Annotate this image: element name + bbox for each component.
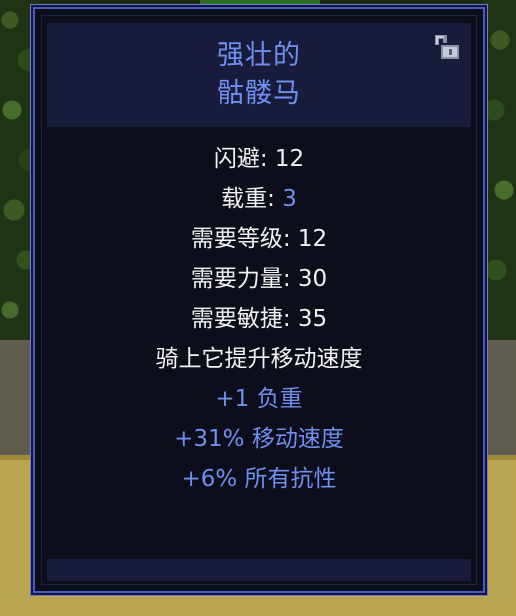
stat-required-level-label: 需要等级: [190, 226, 298, 252]
item-tooltip: 强壮的 骷髅马 闪避: 12 载重: 3 需要等级: 12 需要力量: 30 需… [33, 7, 485, 593]
item-stats: 闪避: 12 载重: 3 需要等级: 12 需要力量: 30 需要敏捷: 35 … [47, 139, 471, 499]
stat-dodge-label: 闪避: [213, 146, 275, 172]
item-title-name: 骷髅马 [217, 78, 301, 109]
stat-required-dexterity-label: 需要敏捷: [190, 306, 298, 332]
unlocked-padlock-icon[interactable] [431, 33, 461, 61]
modifier-carry: +1 负重 [215, 386, 303, 412]
stat-required-strength: 需要力量: 30 [47, 259, 471, 299]
modifier-move-speed: +31% 移动速度 [174, 426, 344, 452]
stat-carry-value: 3 [282, 186, 297, 212]
stat-carry-label: 载重: [221, 186, 283, 212]
tooltip-footer [47, 559, 471, 581]
stat-carry: 载重: 3 [47, 179, 471, 219]
stat-dodge-value: 12 [274, 146, 305, 172]
stat-required-dexterity: 需要敏捷: 35 [47, 299, 471, 339]
item-description: 骑上它提升移动速度 [155, 346, 363, 372]
modifier-all-resist: +6% 所有抗性 [181, 466, 337, 492]
stat-required-strength-label: 需要力量: [190, 266, 298, 292]
stat-required-level-value: 12 [297, 226, 328, 252]
item-title-prefix: 强壮的 [217, 40, 301, 71]
stat-required-level: 需要等级: 12 [47, 219, 471, 259]
tooltip-header: 强壮的 骷髅马 [47, 23, 471, 127]
stat-dodge: 闪避: 12 [47, 139, 471, 179]
stat-required-strength-value: 30 [297, 266, 328, 292]
background-trees-right [484, 0, 516, 340]
stat-required-dexterity-value: 35 [297, 306, 328, 332]
